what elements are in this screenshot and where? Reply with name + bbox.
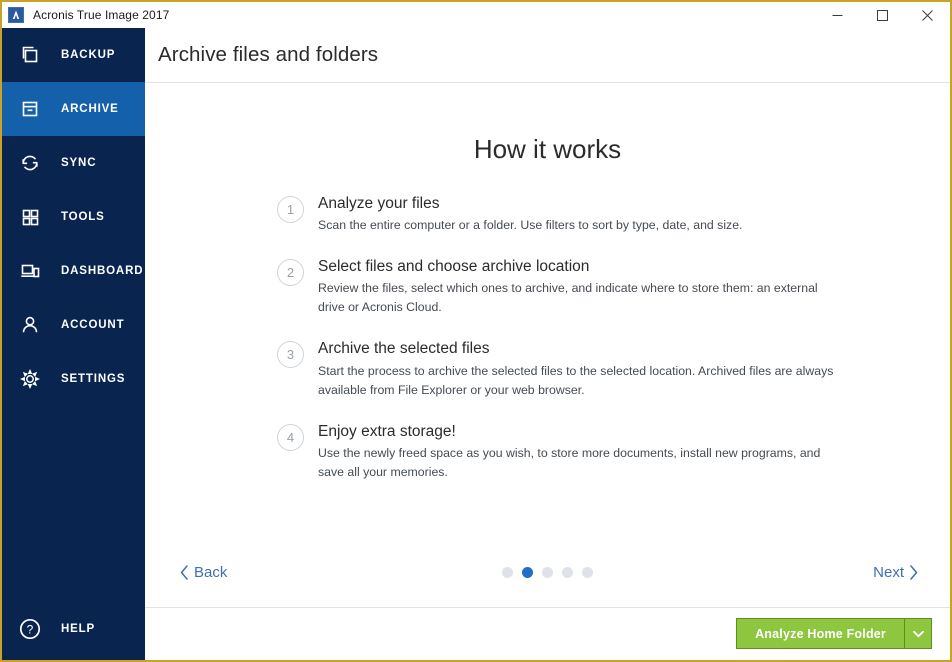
step-number: 4 <box>277 423 304 451</box>
how-it-works-heading: How it works <box>473 134 622 164</box>
sidebar-item-label: SETTINGS <box>61 373 126 385</box>
sidebar-item-label: HELP <box>61 623 96 635</box>
pagination-dot[interactable] <box>582 566 593 578</box>
svg-text:?: ? <box>27 623 34 637</box>
step-number: 3 <box>277 341 304 369</box>
step-number: 2 <box>277 259 304 287</box>
sidebar-item-label: SYNC <box>61 157 97 169</box>
analyze-options-dropdown[interactable] <box>904 619 931 648</box>
pagination-dot[interactable] <box>502 566 513 578</box>
acronis-logo-icon <box>8 7 24 23</box>
devices-icon <box>16 257 44 285</box>
sidebar-item-account[interactable]: ACCOUNT <box>2 298 145 352</box>
sidebar-item-label: BACKUP <box>61 49 116 61</box>
pagination-dot-active[interactable] <box>522 566 533 578</box>
step-title: Archive the selected files <box>318 340 490 358</box>
next-button[interactable]: Next <box>873 564 918 581</box>
step-item: 3 Archive the selected files Start the p… <box>277 339 920 399</box>
step-item: 2 Select files and choose archive locati… <box>277 257 920 317</box>
question-circle-icon: ? <box>16 615 44 643</box>
step-body: Analyze your files Scan the entire compu… <box>318 194 742 235</box>
step-body: Enjoy extra storage! Use the newly freed… <box>318 422 838 482</box>
sidebar-item-label: TOOLS <box>61 211 105 223</box>
step-item: 4 Enjoy extra storage! Use the newly fre… <box>277 422 920 482</box>
close-icon[interactable] <box>905 2 950 28</box>
sidebar-item-label: ACCOUNT <box>61 319 125 331</box>
sidebar-item-settings[interactable]: SETTINGS <box>2 352 145 406</box>
app-title: Acronis True Image 2017 <box>33 8 170 22</box>
backup-copies-icon <box>16 41 44 69</box>
sidebar-item-tools[interactable]: TOOLS <box>2 190 145 244</box>
sidebar-item-help[interactable]: ? HELP <box>2 607 145 651</box>
step-body: Archive the selected files Start the pro… <box>318 339 838 399</box>
step-item: 1 Analyze your files Scan the entire com… <box>277 194 920 235</box>
step-description: Scan the entire computer or a folder. Us… <box>318 218 743 233</box>
step-body: Select files and choose archive location… <box>318 257 838 317</box>
sidebar-item-backup[interactable]: BACKUP <box>2 28 145 82</box>
title-bar: Acronis True Image 2017 <box>2 2 950 28</box>
pagination-dots <box>145 566 950 578</box>
app-window: Acronis True Image 2017 BACKUP ARCHIVE S… <box>0 0 952 662</box>
person-icon <box>16 311 44 339</box>
window-controls <box>815 2 950 28</box>
sidebar-item-label: DASHBOARD <box>61 265 144 277</box>
pagination-dot[interactable] <box>542 566 553 578</box>
primary-action-group: Analyze Home Folder <box>736 618 932 649</box>
sync-arrows-icon <box>16 149 44 177</box>
maximize-icon[interactable] <box>860 2 905 28</box>
analyze-home-folder-button[interactable]: Analyze Home Folder <box>737 619 904 648</box>
sidebar-item-archive[interactable]: ARCHIVE <box>2 82 145 136</box>
wizard-pager: Back Next <box>145 555 950 589</box>
sidebar: BACKUP ARCHIVE SYNC TOOLS DASHBOARD ACCO… <box>2 28 145 660</box>
grid-squares-icon <box>16 203 44 231</box>
gear-icon <box>16 365 44 393</box>
sidebar-item-dashboard[interactable]: DASHBOARD <box>2 244 145 298</box>
archive-box-icon <box>16 95 44 123</box>
step-title: Enjoy extra storage! <box>318 422 456 440</box>
pagination-dot[interactable] <box>562 566 573 578</box>
step-description: Use the newly freed space as you wish, t… <box>318 445 821 479</box>
step-title: Analyze your files <box>318 195 440 212</box>
sidebar-item-label: ARCHIVE <box>61 103 119 115</box>
footer-bar: Analyze Home Folder <box>145 607 950 660</box>
step-description: Start the process to archive the selecte… <box>318 363 834 397</box>
step-description: Review the files, select which ones to a… <box>318 281 818 315</box>
chevron-down-icon <box>912 630 924 638</box>
page-header: Archive files and folders <box>145 28 950 83</box>
page-title: Archive files and folders <box>158 43 379 66</box>
main-content: How it works 1 Analyze your files Scan t… <box>145 84 950 607</box>
next-label: Next <box>873 563 904 581</box>
chevron-right-icon <box>904 564 918 580</box>
sidebar-item-sync[interactable]: SYNC <box>2 136 145 190</box>
steps-list: 1 Analyze your files Scan the entire com… <box>145 194 950 482</box>
minimize-icon[interactable] <box>815 2 860 28</box>
step-title: Select files and choose archive location <box>318 258 590 276</box>
step-number: 1 <box>277 196 304 223</box>
